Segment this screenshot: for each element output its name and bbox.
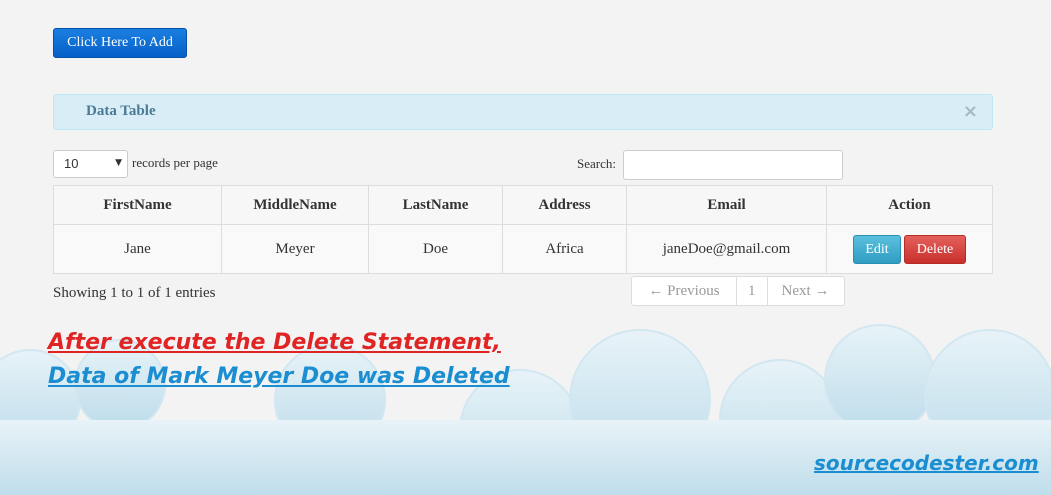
column-header-middlename[interactable]: MiddleName — [221, 185, 369, 225]
column-header-action[interactable]: Action — [826, 185, 993, 225]
pagination: ← Previous 1 Next → — [631, 276, 845, 306]
records-per-page-label: records per page — [132, 155, 218, 170]
brand-link[interactable]: sourcecodester.com — [814, 451, 1039, 475]
cell-address: Africa — [502, 224, 627, 274]
data-table: FirstName MiddleName LastName Address Em… — [53, 185, 993, 274]
delete-note-line1: After execute the Delete Statement, — [48, 330, 501, 355]
alert-title: Data Table — [86, 103, 156, 119]
cell-firstname: Jane — [53, 224, 222, 274]
column-header-lastname[interactable]: LastName — [368, 185, 503, 225]
close-icon[interactable]: × — [963, 101, 978, 122]
cell-email: janeDoe@gmail.com — [626, 224, 827, 274]
previous-page-button[interactable]: ← Previous — [632, 277, 736, 305]
column-header-email[interactable]: Email — [626, 185, 827, 225]
table-row: Jane Meyer Doe Africa janeDoe@gmail.com … — [53, 224, 993, 274]
records-per-page-value: 10 — [64, 156, 79, 171]
column-header-address[interactable]: Address — [502, 185, 627, 225]
edit-button[interactable]: Edit — [853, 234, 901, 264]
column-header-firstname[interactable]: FirstName — [53, 185, 222, 225]
data-table-alert: Data Table × — [53, 94, 993, 130]
entries-info: Showing 1 to 1 of 1 entries — [53, 285, 216, 301]
delete-note-line2: Data of Mark Meyer Doe was Deleted — [48, 364, 510, 389]
table-header-row: FirstName MiddleName LastName Address Em… — [53, 185, 993, 225]
cell-action: Edit Delete — [826, 224, 993, 274]
chevron-down-icon: ▼ — [115, 158, 122, 168]
add-button[interactable]: Click Here To Add — [53, 28, 187, 58]
search-input[interactable] — [623, 150, 843, 180]
cell-lastname: Doe — [368, 224, 503, 274]
next-page-button[interactable]: Next → — [768, 277, 844, 305]
page-1-button[interactable]: 1 — [736, 277, 768, 305]
cell-middlename: Meyer — [221, 224, 369, 274]
search-label: Search: — [577, 156, 616, 171]
records-per-page-select[interactable]: 10 ▼ — [53, 150, 128, 178]
delete-button[interactable]: Delete — [904, 234, 966, 264]
